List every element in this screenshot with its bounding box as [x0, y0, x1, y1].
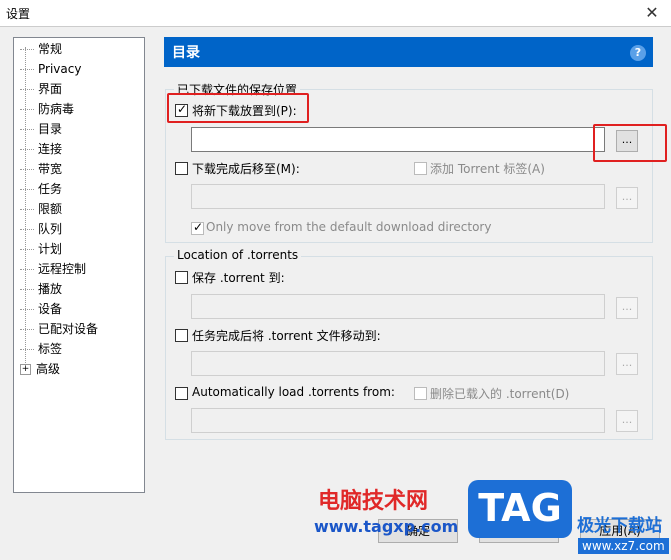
close-icon[interactable]: ✕	[640, 2, 664, 24]
expand-icon[interactable]: +	[20, 364, 31, 375]
tree-item-label: 连接	[38, 142, 63, 156]
tree-item-label: 设备	[38, 302, 63, 316]
tree-item-tasks[interactable]: 任务	[20, 180, 62, 198]
watermark-site-name: 极光下载站	[577, 516, 662, 536]
watermark-logo: TAG	[468, 480, 572, 538]
add-torrent-tag-label: 添加 Torrent 标签(A)	[430, 162, 545, 176]
autoload-checkbox[interactable]	[175, 387, 188, 400]
tree-item-label: 标签	[38, 342, 63, 356]
only-move-label: Only move from the default download dire…	[206, 220, 492, 234]
autoload-browse-button[interactable]: ...	[616, 410, 638, 432]
move-torrent-path-input[interactable]	[191, 351, 605, 376]
tree-item-privacy[interactable]: Privacy	[20, 60, 81, 78]
tree-item-label: 常规	[38, 42, 63, 56]
tree-item-devices[interactable]: 设备	[20, 300, 62, 318]
tree-item-labels[interactable]: 标签	[20, 340, 62, 358]
tree-item-label: 高级	[36, 362, 61, 376]
highlight-box	[167, 93, 309, 123]
move-completed-checkbox[interactable]	[175, 162, 188, 175]
move-completed-label: 下载完成后移至(M):	[192, 162, 300, 176]
tree-item-label: 防病毒	[38, 102, 75, 116]
save-torrent-path-input[interactable]	[191, 294, 605, 319]
move-browse-button[interactable]: ...	[616, 187, 638, 209]
tree-item-connection[interactable]: 连接	[20, 140, 62, 158]
watermark-site-url: www.xz7.com	[578, 538, 669, 554]
tree-item-remote[interactable]: 远程控制	[20, 260, 86, 278]
tree-item-label: 带宽	[38, 162, 63, 176]
tree-item-playback[interactable]: 播放	[20, 280, 62, 298]
move-torrent-browse-button[interactable]: ...	[616, 353, 638, 375]
tree-item-label: 已配对设备	[38, 322, 99, 336]
title-bar	[0, 0, 671, 26]
move-path-input[interactable]	[191, 184, 605, 209]
tree-item-advanced[interactable]: + 高级	[20, 360, 60, 378]
tree-item-bandwidth[interactable]: 带宽	[20, 160, 62, 178]
autoload-path-input[interactable]	[191, 408, 605, 433]
tree-item-label: 目录	[38, 122, 63, 136]
move-torrent-label: 任务完成后将 .torrent 文件移动到:	[192, 329, 381, 343]
watermark-text: 电脑技术网	[318, 489, 429, 514]
tree-item-label: 远程控制	[38, 262, 87, 276]
tree-item-label: 界面	[38, 82, 63, 96]
watermark-url: www.tagxp.com	[314, 517, 459, 536]
tree-item-label: 播放	[38, 282, 63, 296]
tree-item-label: Privacy	[38, 62, 82, 76]
tree-item-label: 队列	[38, 222, 63, 236]
tree-item-general[interactable]: 常规	[20, 40, 62, 58]
only-move-checkbox[interactable]	[191, 220, 204, 235]
delete-loaded-checkbox[interactable]	[414, 387, 427, 400]
tree-item-directories[interactable]: 目录	[20, 120, 62, 138]
tree-item-label: 限额	[38, 202, 63, 216]
tree-item-queue[interactable]: 队列	[20, 220, 62, 238]
save-torrent-checkbox[interactable]	[175, 271, 188, 284]
tree-item-limits[interactable]: 限额	[20, 200, 62, 218]
save-torrent-label: 保存 .torrent 到:	[192, 271, 285, 285]
autoload-label: Automatically load .torrents from:	[192, 385, 395, 399]
window-title: 设置	[6, 7, 31, 21]
move-torrent-checkbox[interactable]	[175, 329, 188, 342]
panel-header	[164, 37, 653, 67]
put-new-path-input[interactable]	[191, 127, 605, 152]
help-icon[interactable]: ?	[630, 45, 646, 61]
panel-title: 目录	[172, 45, 200, 61]
delete-loaded-label: 删除已载入的 .torrent(D)	[430, 387, 570, 401]
tree-item-paired[interactable]: 已配对设备	[20, 320, 98, 338]
save-torrent-browse-button[interactable]: ...	[616, 297, 638, 319]
add-torrent-tag-checkbox[interactable]	[414, 162, 427, 175]
tree-item-label: 任务	[38, 182, 63, 196]
tree-item-label: 计划	[38, 242, 63, 256]
tree-item-interface[interactable]: 界面	[20, 80, 62, 98]
highlight-box	[593, 124, 667, 162]
torrents-group-label: Location of .torrents	[174, 248, 302, 262]
tree-item-antivirus[interactable]: 防病毒	[20, 100, 74, 118]
settings-tree[interactable]: 常规 Privacy 界面 防病毒 目录 连接 带宽 任务 限额 队列 计划 远…	[13, 37, 145, 493]
tree-item-scheduler[interactable]: 计划	[20, 240, 62, 258]
